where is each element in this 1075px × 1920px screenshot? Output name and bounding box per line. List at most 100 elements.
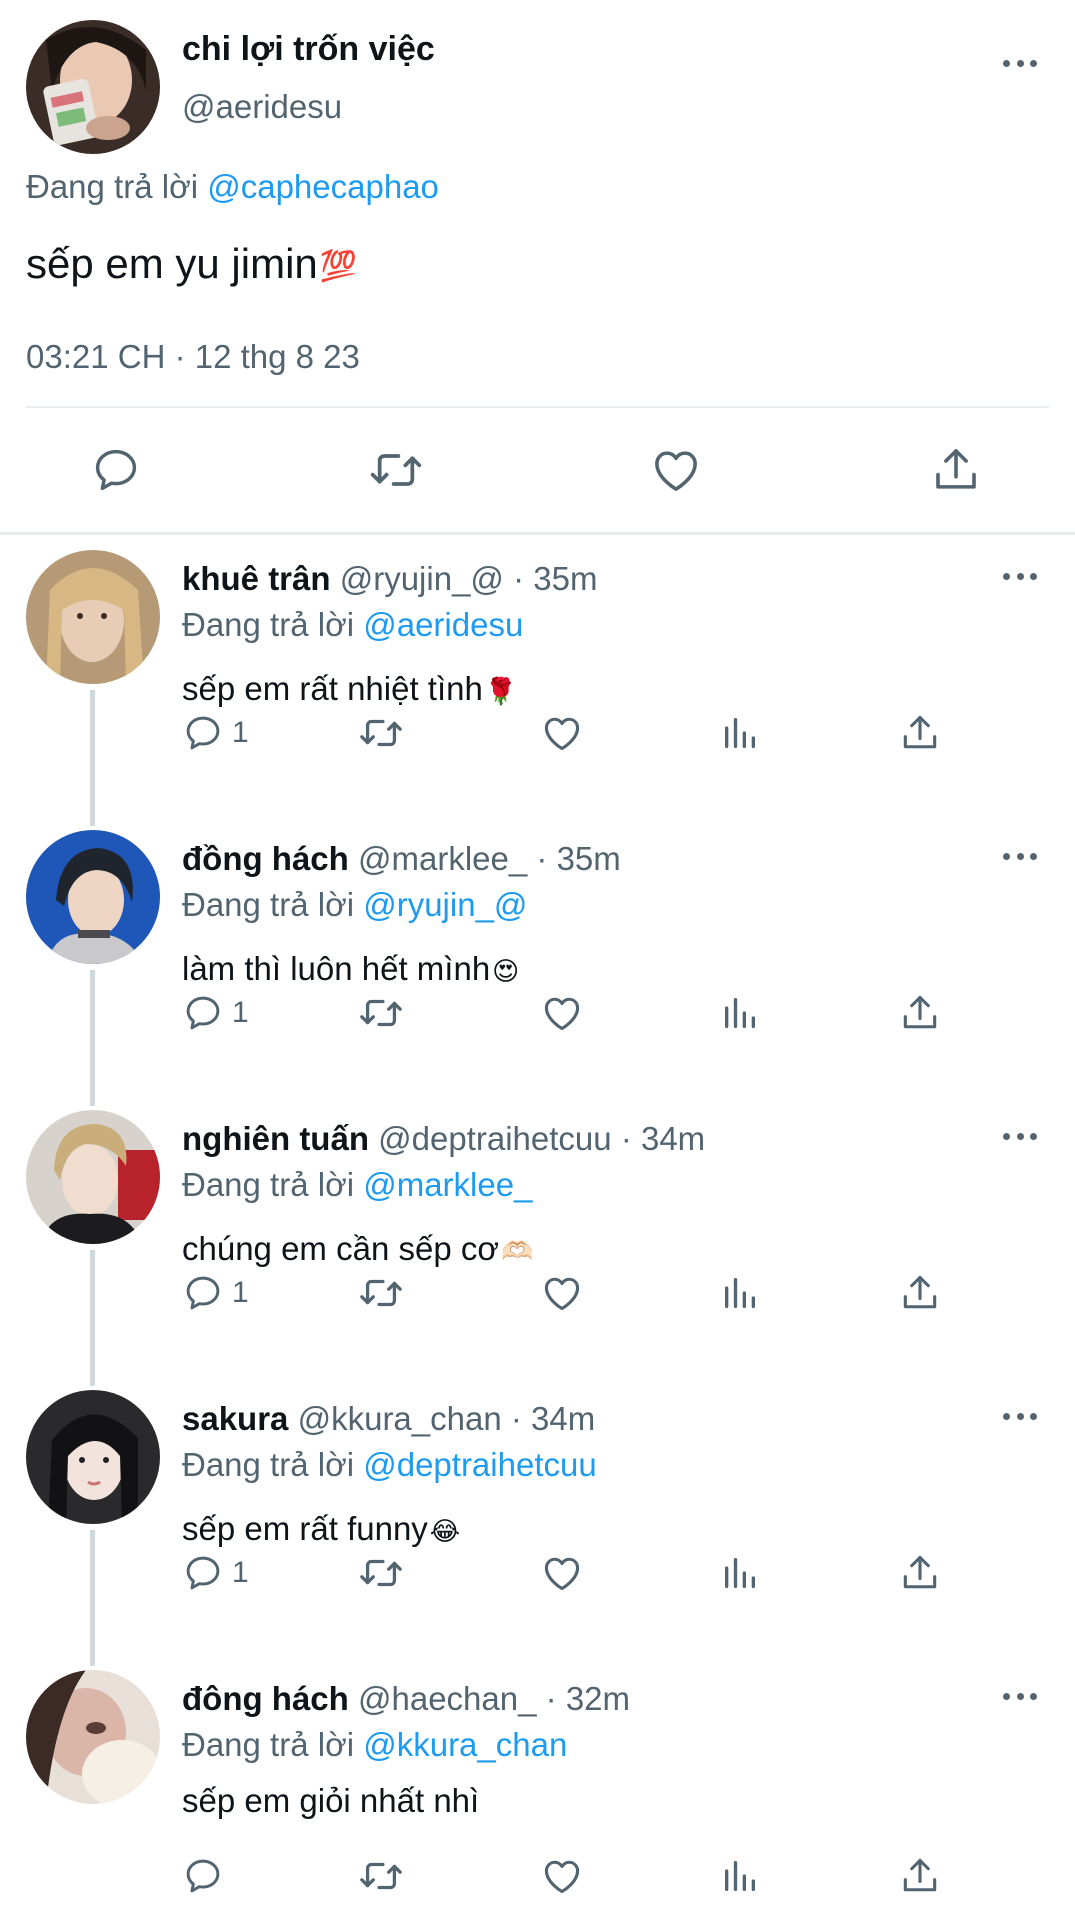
retweet-button[interactable] <box>366 440 426 500</box>
tweet-text: làm thì luôn hết mình😍 <box>182 950 519 988</box>
retweet-button[interactable] <box>358 705 404 761</box>
reply-header: khuê trân @ryujin_@ · 35m <box>182 560 597 598</box>
retweet-button[interactable] <box>358 985 404 1041</box>
like-icon <box>649 443 703 497</box>
handle[interactable]: @kkura_chan <box>298 1400 502 1437</box>
share-icon <box>898 991 942 1035</box>
handle[interactable]: @marklee_ <box>358 840 527 877</box>
reply-header: nghiên tuấn @deptraihetcuu · 34m <box>182 1120 705 1158</box>
replying-to-link[interactable]: @caphecaphao <box>207 168 439 205</box>
like-icon <box>540 991 584 1035</box>
views-button[interactable] <box>720 1265 760 1321</box>
more-options-icon[interactable] <box>1003 58 1037 68</box>
reply-icon <box>182 992 224 1034</box>
replying-to-line: Đang trả lời @kkura_chan <box>182 1726 567 1764</box>
handle[interactable]: @ryujin_@ <box>340 560 504 597</box>
action-bar: 1 <box>182 1265 982 1321</box>
tweet-text-body: làm thì luôn hết mình <box>182 950 491 987</box>
display-name[interactable]: đồng hách <box>182 840 349 877</box>
reply-button[interactable] <box>182 1848 224 1904</box>
views-button[interactable] <box>720 1848 760 1904</box>
like-button[interactable] <box>540 705 584 761</box>
avatar[interactable] <box>26 1390 160 1524</box>
like-button[interactable] <box>646 440 706 500</box>
action-bar: 1 <box>182 985 982 1041</box>
more-options-icon[interactable] <box>1003 1691 1037 1701</box>
reply-count: 1 <box>232 1276 249 1309</box>
reply-tweet: đồng hách @marklee_ · 35m Đang trả lời @… <box>0 830 1075 1110</box>
more-options-icon[interactable] <box>1003 571 1037 581</box>
handle[interactable]: @deptraihetcuu <box>378 1120 611 1157</box>
section-divider <box>0 532 1075 535</box>
avatar[interactable] <box>26 550 160 684</box>
action-bar <box>182 1848 982 1904</box>
replying-prefix: Đang trả lời <box>182 1446 355 1483</box>
like-button[interactable] <box>540 1848 584 1904</box>
share-button[interactable] <box>898 985 942 1041</box>
more-options-icon[interactable] <box>1003 1411 1037 1421</box>
time-ago[interactable]: · 35m <box>536 840 620 877</box>
replying-to-link[interactable]: @ryujin_@ <box>363 886 527 923</box>
display-name[interactable]: khuê trân <box>182 560 331 597</box>
views-button[interactable] <box>720 705 760 761</box>
replying-to-link[interactable]: @aeridesu <box>363 606 523 643</box>
reply-icon <box>182 1552 224 1594</box>
display-name[interactable]: chi lợi trốn việc <box>182 30 435 69</box>
divider <box>26 406 1049 408</box>
like-icon <box>540 1271 584 1315</box>
time-ago[interactable]: · 34m <box>511 1400 595 1437</box>
reply-icon <box>182 712 224 754</box>
emoji: 🫶🏻 <box>500 1235 534 1266</box>
avatar[interactable] <box>26 830 160 964</box>
retweet-button[interactable] <box>358 1545 404 1601</box>
replying-to-link[interactable]: @kkura_chan <box>363 1726 567 1763</box>
tweet-text: sếp em rất nhiệt tình🌹 <box>182 670 517 708</box>
retweet-icon <box>358 1550 404 1596</box>
share-button[interactable] <box>898 705 942 761</box>
handle[interactable]: @aeridesu <box>182 88 342 126</box>
reply-button[interactable]: 1 <box>182 1545 249 1601</box>
avatar[interactable] <box>26 20 160 154</box>
more-options-icon[interactable] <box>1003 1131 1037 1141</box>
share-button[interactable] <box>898 1848 942 1904</box>
reply-button[interactable]: 1 <box>182 1265 249 1321</box>
reply-button[interactable] <box>86 440 146 500</box>
reply-button[interactable]: 1 <box>182 985 249 1041</box>
share-button[interactable] <box>898 1265 942 1321</box>
share-icon <box>898 1854 942 1898</box>
replying-prefix: Đang trả lời <box>182 1166 355 1203</box>
like-button[interactable] <box>540 985 584 1041</box>
retweet-button[interactable] <box>358 1265 404 1321</box>
like-button[interactable] <box>540 1265 584 1321</box>
avatar[interactable] <box>26 1670 160 1804</box>
display-name[interactable]: nghiên tuấn <box>182 1120 369 1157</box>
replying-to-line: Đang trả lời @deptraihetcuu <box>182 1446 597 1484</box>
display-name[interactable]: sakura <box>182 1400 288 1437</box>
display-name[interactable]: đông hách <box>182 1680 349 1717</box>
reply-tweet: sakura @kkura_chan · 34m Đang trả lời @d… <box>0 1390 1075 1670</box>
share-icon <box>898 711 942 755</box>
avatar[interactable] <box>26 1110 160 1244</box>
time-ago[interactable]: · 34m <box>621 1120 705 1157</box>
share-button[interactable] <box>898 1545 942 1601</box>
emoji: 💯 <box>319 250 358 284</box>
retweet-button[interactable] <box>358 1848 404 1904</box>
views-button[interactable] <box>720 1545 760 1601</box>
replying-prefix: Đang trả lời <box>182 886 355 923</box>
reply-icon <box>182 1855 224 1897</box>
reply-button[interactable]: 1 <box>182 705 249 761</box>
replying-to-link[interactable]: @marklee_ <box>363 1166 532 1203</box>
handle[interactable]: @haechan_ <box>358 1680 536 1717</box>
more-options-icon[interactable] <box>1003 851 1037 861</box>
like-button[interactable] <box>540 1545 584 1601</box>
time-ago[interactable]: · 32m <box>546 1680 630 1717</box>
reply-count: 1 <box>232 716 249 749</box>
timestamp[interactable]: 03:21 CH · 12 thg 8 23 <box>26 338 360 376</box>
replying-prefix: Đang trả lời <box>182 606 355 643</box>
replying-to-line: Đang trả lời @marklee_ <box>182 1166 532 1204</box>
replying-to-link[interactable]: @deptraihetcuu <box>363 1446 596 1483</box>
share-button[interactable] <box>926 440 986 500</box>
views-button[interactable] <box>720 985 760 1041</box>
time-ago[interactable]: · 35m <box>513 560 597 597</box>
share-icon <box>898 1271 942 1315</box>
